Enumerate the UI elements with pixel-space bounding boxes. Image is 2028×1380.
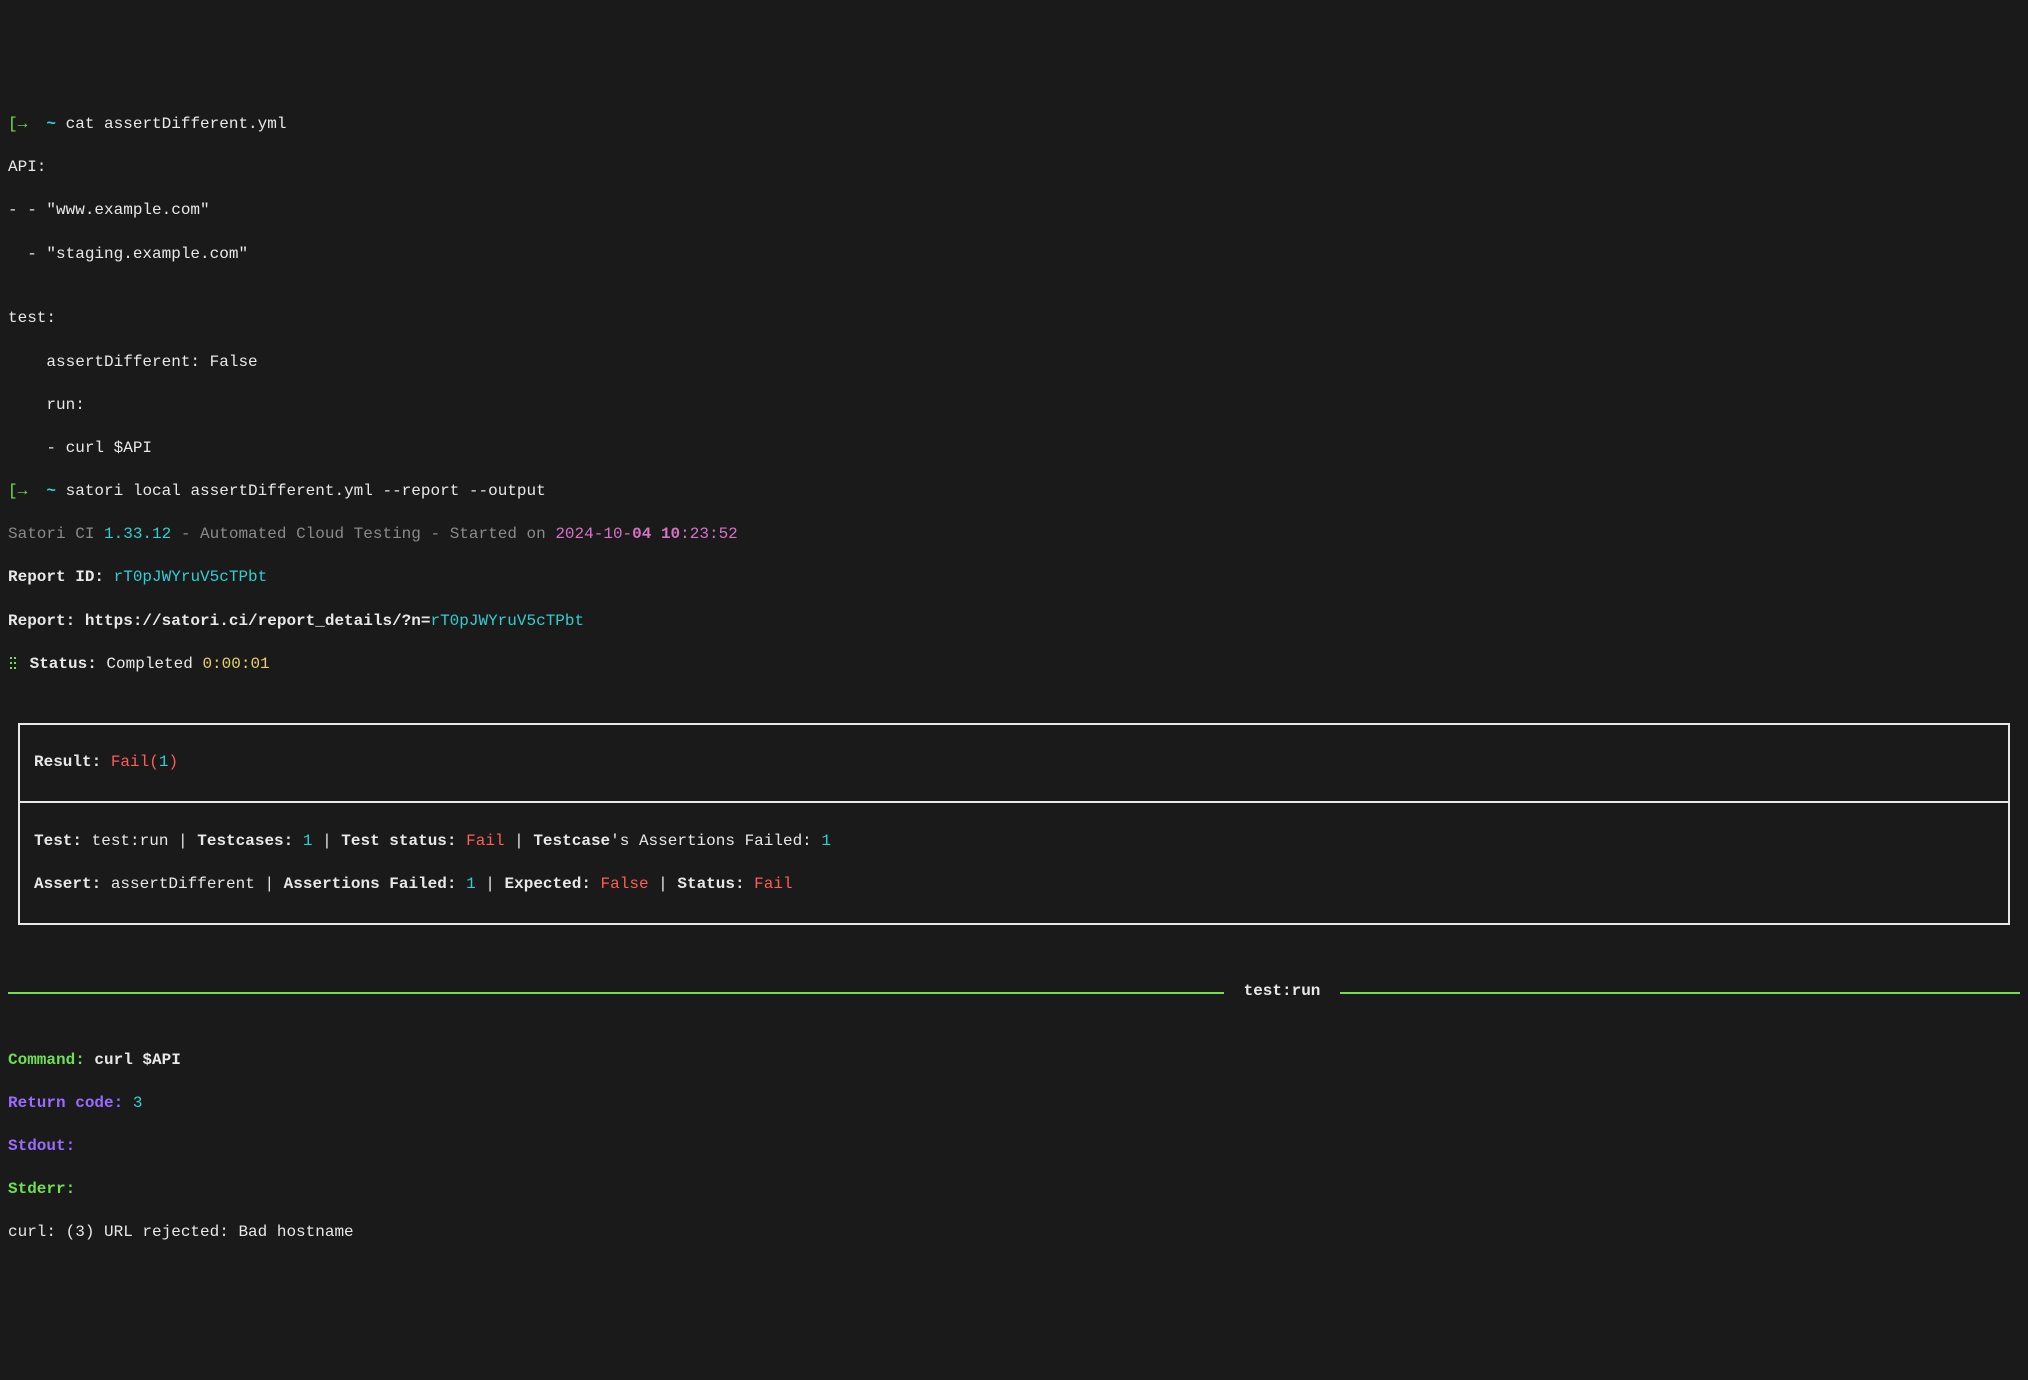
tcaf-label: Testcase (533, 832, 610, 850)
sep: - (171, 525, 200, 543)
testcases-label: Testcases: (197, 832, 303, 850)
assert-line: Assert: assertDifferent | Assertions Fai… (34, 874, 1994, 896)
assert-status-value: Fail (754, 875, 792, 893)
assertions-failed-label: Assertions Failed: (284, 875, 466, 893)
report-url-prefix: https://satori.ci/report_details/?n= (85, 612, 431, 630)
sep: | (649, 875, 678, 893)
paren: ( (149, 753, 159, 771)
stderr-label: Stderr: (8, 1180, 75, 1198)
sep: | (168, 832, 197, 850)
status-label: Status: (20, 655, 106, 673)
sep: | (505, 832, 534, 850)
report-id-line: Report ID: rT0pJWYruV5cTPbt (8, 567, 2020, 589)
prompt-line-2: [→ ~ satori local assertDifferent.yml --… (8, 481, 2020, 503)
yml-line: run: (8, 395, 2020, 417)
assert-status-label: Status: (677, 875, 754, 893)
report-url-n: rT0pJWYruV5cTPbt (430, 612, 584, 630)
spinner-icon (8, 657, 18, 669)
command-line: Command: curl $API (8, 1050, 2020, 1072)
result-label: Result: (34, 753, 111, 771)
status-time: 0:00:01 (202, 655, 269, 673)
command-value: curl $API (94, 1051, 180, 1069)
command-1: cat assertDifferent.yml (66, 115, 287, 133)
stdout-line: Stdout: (8, 1136, 2020, 1158)
tcaf-count: 1 (821, 832, 831, 850)
command-label: Command: (8, 1051, 94, 1069)
started-hour: 10 (651, 525, 680, 543)
terminal[interactable]: [→ ~ cat assertDifferent.yml API: - - "w… (8, 92, 2020, 1265)
status-line: Status: Completed 0:00:01 (8, 654, 2020, 676)
sep: | (476, 875, 505, 893)
report-id-label: Report ID: (8, 568, 114, 586)
yml-line: - - "www.example.com" (8, 200, 2020, 222)
prompt-arrow: [→ (8, 115, 27, 133)
yml-line: - "staging.example.com" (8, 244, 2020, 266)
expected-value: False (601, 875, 649, 893)
report-url-label: Report: (8, 612, 85, 630)
result-value: Fail (111, 753, 149, 771)
command-2: satori local assertDifferent.yml --repor… (66, 482, 546, 500)
result-count: 1 (159, 753, 169, 771)
return-code-label: Return code: (8, 1094, 133, 1112)
yml-line: test: (8, 308, 2020, 330)
yml-line: - curl $API (8, 438, 2020, 460)
return-code-line: Return code: 3 (8, 1093, 2020, 1115)
test-status-value: Fail (466, 832, 504, 850)
stderr-content: curl: (3) URL rejected: Bad hostname (8, 1222, 2020, 1244)
report-url-line: Report: https://satori.ci/report_details… (8, 611, 2020, 633)
started-date: 2024-10- (555, 525, 632, 543)
tcaf-label: 's Assertions Failed: (610, 832, 821, 850)
started-label: Started on (450, 525, 556, 543)
box-divider (20, 801, 2008, 803)
prompt-cwd: ~ (46, 482, 56, 500)
stderr-label-line: Stderr: (8, 1179, 2020, 1201)
product-desc: Automated Cloud Testing (200, 525, 421, 543)
banner-line: Satori CI 1.33.12 - Automated Cloud Test… (8, 524, 2020, 546)
return-code-value: 3 (133, 1094, 143, 1112)
prompt-line-1: [→ ~ cat assertDifferent.yml (8, 114, 2020, 136)
divider-label: test:run (1224, 981, 1340, 1003)
assert-name: assertDifferent (111, 875, 255, 893)
assertions-failed-count: 1 (466, 875, 476, 893)
started-rest: :23:52 (680, 525, 738, 543)
expected-label: Expected: (505, 875, 601, 893)
result-box: Result: Fail(1) Test: test:run | Testcas… (18, 723, 2010, 926)
testcases-count: 1 (303, 832, 313, 850)
result-line: Result: Fail(1) (34, 752, 1994, 774)
started-day: 04 (632, 525, 651, 543)
yml-line: API: (8, 157, 2020, 179)
assert-label: Assert: (34, 875, 111, 893)
section-divider: test:run (8, 981, 2020, 1003)
product-name: Satori CI (8, 525, 104, 543)
prompt-cwd: ~ (46, 115, 56, 133)
product-version: 1.33.12 (104, 525, 171, 543)
paren: ) (168, 753, 178, 771)
test-label: Test: (34, 832, 92, 850)
sep: | (255, 875, 284, 893)
test-line: Test: test:run | Testcases: 1 | Test sta… (34, 831, 1994, 853)
sep: | (312, 832, 341, 850)
prompt-arrow: [→ (8, 482, 27, 500)
status-value: Completed (106, 655, 202, 673)
test-status-label: Test status: (341, 832, 466, 850)
stdout-label: Stdout: (8, 1137, 75, 1155)
sep: - (421, 525, 450, 543)
divider-line (8, 992, 2020, 994)
yml-line: assertDifferent: False (8, 352, 2020, 374)
report-id-value: rT0pJWYruV5cTPbt (114, 568, 268, 586)
test-name: test:run (92, 832, 169, 850)
